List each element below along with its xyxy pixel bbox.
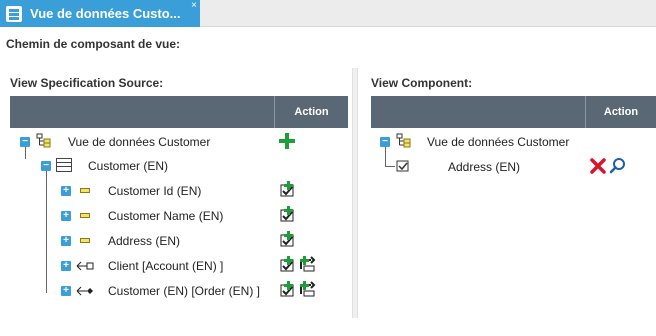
tab-vue-de-donnees[interactable]: Vue de données Custo... × <box>0 0 200 27</box>
view-spec-source-panel: View Specification Source: Action − Vue … <box>0 63 348 336</box>
expand-toggle[interactable]: + <box>61 236 71 246</box>
attribute-icon <box>80 213 90 218</box>
app-window: Vue de données Custo... × Chemin de comp… <box>0 0 656 336</box>
delete-icon[interactable] <box>589 157 607 175</box>
check-add-icon[interactable] <box>279 280 297 298</box>
tree-label: Customer Name (EN) <box>108 209 224 223</box>
tree-label: Address (EN) <box>448 160 521 174</box>
tree-label: Address (EN) <box>108 234 181 248</box>
component-path-title: Chemin de composant de vue: <box>6 37 181 51</box>
check-add-icon[interactable] <box>279 205 297 223</box>
grid-header: Action <box>10 96 348 128</box>
action-column-header: Action <box>603 106 639 118</box>
tree-label: Customer (EN) <box>88 159 169 173</box>
panel-label-component: View Component: <box>371 76 473 90</box>
tree-label: Vue de données Customer <box>427 135 570 149</box>
attribute-icon <box>80 238 90 243</box>
table-icon <box>56 158 72 172</box>
plus-icon[interactable] <box>278 132 296 150</box>
action-column-header: Action <box>294 106 329 118</box>
expand-toggle[interactable]: + <box>61 186 71 196</box>
magnifier-icon[interactable] <box>609 157 627 175</box>
hierarchy-icon <box>36 133 51 148</box>
link-add-icon[interactable] <box>298 280 316 298</box>
tab-title: Vue de données Custo... <box>30 6 181 21</box>
collapse-toggle[interactable]: − <box>41 161 51 171</box>
close-icon[interactable]: × <box>191 0 197 12</box>
view-component-panel: View Component: Action − Vue de données … <box>362 63 656 336</box>
tab-strip: Vue de données Custo... × <box>0 0 656 27</box>
attribute-icon <box>80 188 90 193</box>
tree-label: Client [Account (EN) ] <box>108 259 224 273</box>
panel-splitter[interactable] <box>352 68 358 318</box>
expand-toggle[interactable]: + <box>61 286 71 296</box>
link-add-icon[interactable] <box>298 255 316 273</box>
panel-label-source: View Specification Source: <box>10 76 164 90</box>
tree-label: Customer Id (EN) <box>108 184 202 198</box>
grid-header: Action <box>371 96 656 128</box>
expand-toggle[interactable]: + <box>61 261 71 271</box>
list-icon <box>6 5 22 22</box>
hierarchy-icon <box>396 133 411 148</box>
check-add-icon[interactable] <box>279 230 297 248</box>
relationship-icon <box>76 286 93 296</box>
expand-toggle[interactable]: + <box>61 211 71 221</box>
checked-entity-icon <box>396 160 409 172</box>
collapse-toggle[interactable]: − <box>20 137 30 147</box>
tree-label: Customer (EN) [Order (EN) ] <box>108 284 261 298</box>
tree-label: Vue de données Customer <box>68 135 211 149</box>
check-add-icon[interactable] <box>279 255 297 273</box>
relationship-icon <box>76 261 94 271</box>
check-add-icon[interactable] <box>279 180 297 198</box>
collapse-toggle[interactable]: − <box>380 137 390 147</box>
